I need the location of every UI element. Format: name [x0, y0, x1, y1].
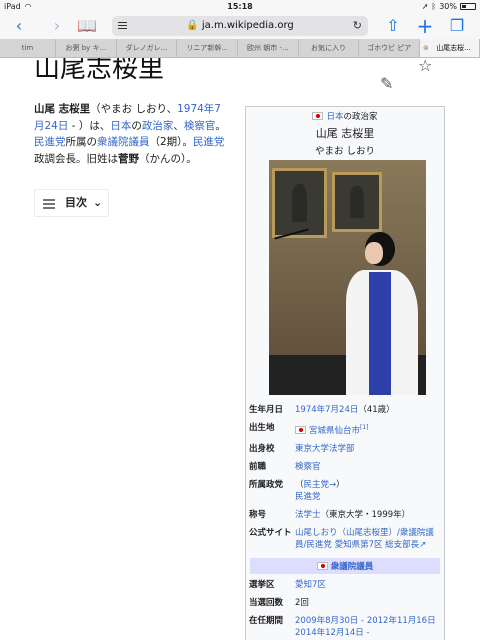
share-icon[interactable]: ⇧ [382, 16, 404, 36]
japan-flag-icon [312, 112, 324, 120]
link-dpj[interactable]: 民進党 [34, 136, 66, 148]
infobox-row-elections: 当選回数 2回 [249, 597, 309, 608]
tab-item[interactable]: 欧州 朝市 -... [238, 39, 299, 57]
tabs-overview-icon[interactable]: ❐ [446, 16, 468, 36]
maiden-name: 菅野 [118, 152, 139, 165]
page-title: 山尾志桜里 [34, 58, 165, 84]
infobox-row-school: 出身校 東京大学法学部 [249, 443, 355, 454]
clock: 15:18 [227, 2, 253, 11]
browser-toolbar: ‹ › 📖 🔒 ja.m.wikipedia.org ↻ ⇧ + ❐ [0, 13, 480, 39]
japan-flag-icon [295, 425, 306, 434]
bluetooth-icon: ᛒ [431, 2, 437, 11]
infobox-row-birthdate: 生年月日 1974年7月24日（41歳） [249, 405, 395, 415]
external-link-icon: ↗ [419, 539, 427, 550]
link-japan[interactable]: 日本 [110, 120, 131, 132]
toc-button[interactable]: 目次 ⌄ [34, 189, 109, 217]
infobox-row-previous-job: 前職 検察官 [249, 461, 321, 472]
toc-label: 目次 [65, 196, 87, 209]
intro-name: 山尾 志桜里 [34, 103, 91, 115]
infobox-row-term: 在任期間 2009年8月30日 - 2012年11月16日 2014年12月14日… [249, 615, 436, 638]
tab-active[interactable]: ⊗ 山尾志桜... [420, 39, 480, 57]
link-politician[interactable]: 政治家 [142, 120, 174, 132]
url-text: ja.m.wikipedia.org [201, 20, 294, 31]
page-content: 山尾志桜里 ☆ ✎ 山尾 志桜里（やまお しおり、1974年7月24日 - ）は… [0, 58, 480, 640]
tab-item[interactable]: お気に入り [299, 39, 360, 57]
infobox-row-website: 公式サイト 山尾しおり（山尾志桜里）/衆議院議員/民進党 愛知県第7区 総支部長… [249, 527, 434, 550]
link-house[interactable]: 衆議院議員 [97, 136, 150, 148]
infobox-section-header: 衆議院議員 [250, 557, 440, 574]
portrait-photo[interactable] [269, 160, 426, 395]
new-tab-button[interactable]: + [414, 16, 436, 36]
battery-percent: 30% [439, 2, 457, 11]
address-bar[interactable]: 🔒 ja.m.wikipedia.org ↻ [112, 16, 368, 36]
infobox-row-birthplace: 出生地 宮城県仙台市[1] [249, 423, 369, 436]
infobox-name: 山尾 志桜里 [315, 127, 375, 140]
infobox-row-degree: 称号 法学士（東京大学・1999年） [249, 509, 411, 520]
link-prosecutor[interactable]: 検察官 [184, 120, 216, 132]
watch-star-icon[interactable]: ☆ [418, 58, 432, 75]
close-tab-icon[interactable]: ⊗ [423, 39, 429, 57]
forward-button[interactable]: › [46, 16, 68, 36]
infobox-rows: 生年月日 1974年7月24日（41歳） 出生地 宮城県仙台市[1] 出身校 東… [246, 401, 444, 640]
tab-item[interactable]: ダレノガレ... [117, 39, 178, 57]
location-icon: ➚ [421, 2, 429, 11]
japan-flag-icon [316, 561, 328, 570]
bookmarks-icon[interactable]: 📖 [76, 16, 98, 36]
infobox: 日本の政治家 山尾 志桜里 やまお しおり 生年月日 1974年7月24日（41… [245, 106, 445, 640]
menu-lines-icon [43, 199, 55, 211]
battery-fill [462, 5, 466, 8]
tab-item[interactable]: tim [0, 39, 56, 57]
infobox-row-district: 選挙区 愛知7区 [249, 579, 326, 590]
portrait-frame [332, 172, 382, 232]
link-japan-infobox[interactable]: 日本 [326, 112, 343, 122]
battery-icon [460, 3, 476, 10]
chevron-down-icon: ⌄ [93, 196, 103, 209]
tab-item[interactable]: リニア新幹... [177, 39, 239, 57]
intro-paragraph: 山尾 志桜里（やまお しおり、1974年7月24日 - ）は、日本の政治家、検察… [34, 103, 226, 165]
back-button[interactable]: ‹ [8, 16, 30, 36]
status-bar: iPad ◠ 15:18 ➚ ᛒ 30% [0, 0, 480, 13]
tab-bar: tim お粥 by キ... ダレノガレ... リニア新幹... 欧州 朝市 -… [0, 39, 480, 58]
infobox-reading: やまお しおり [314, 146, 376, 157]
link-dpj-2[interactable]: 民進党 [193, 136, 225, 148]
tab-item[interactable]: ゴホウビ ピア [359, 39, 421, 57]
reload-icon[interactable]: ↻ [353, 16, 362, 36]
edit-pencil-icon[interactable]: ✎ [380, 74, 393, 93]
tab-item[interactable]: お粥 by キ... [56, 39, 117, 57]
lock-icon: 🔒 [186, 20, 199, 31]
infobox-subtitle: 日本の政治家 [246, 110, 444, 122]
portrait-frame [272, 168, 327, 238]
infobox-row-party: 所属政党 （民主党→） 民進党 [249, 479, 345, 502]
reader-icon[interactable] [118, 22, 127, 31]
tab-active-label: 山尾志桜... [436, 44, 471, 52]
